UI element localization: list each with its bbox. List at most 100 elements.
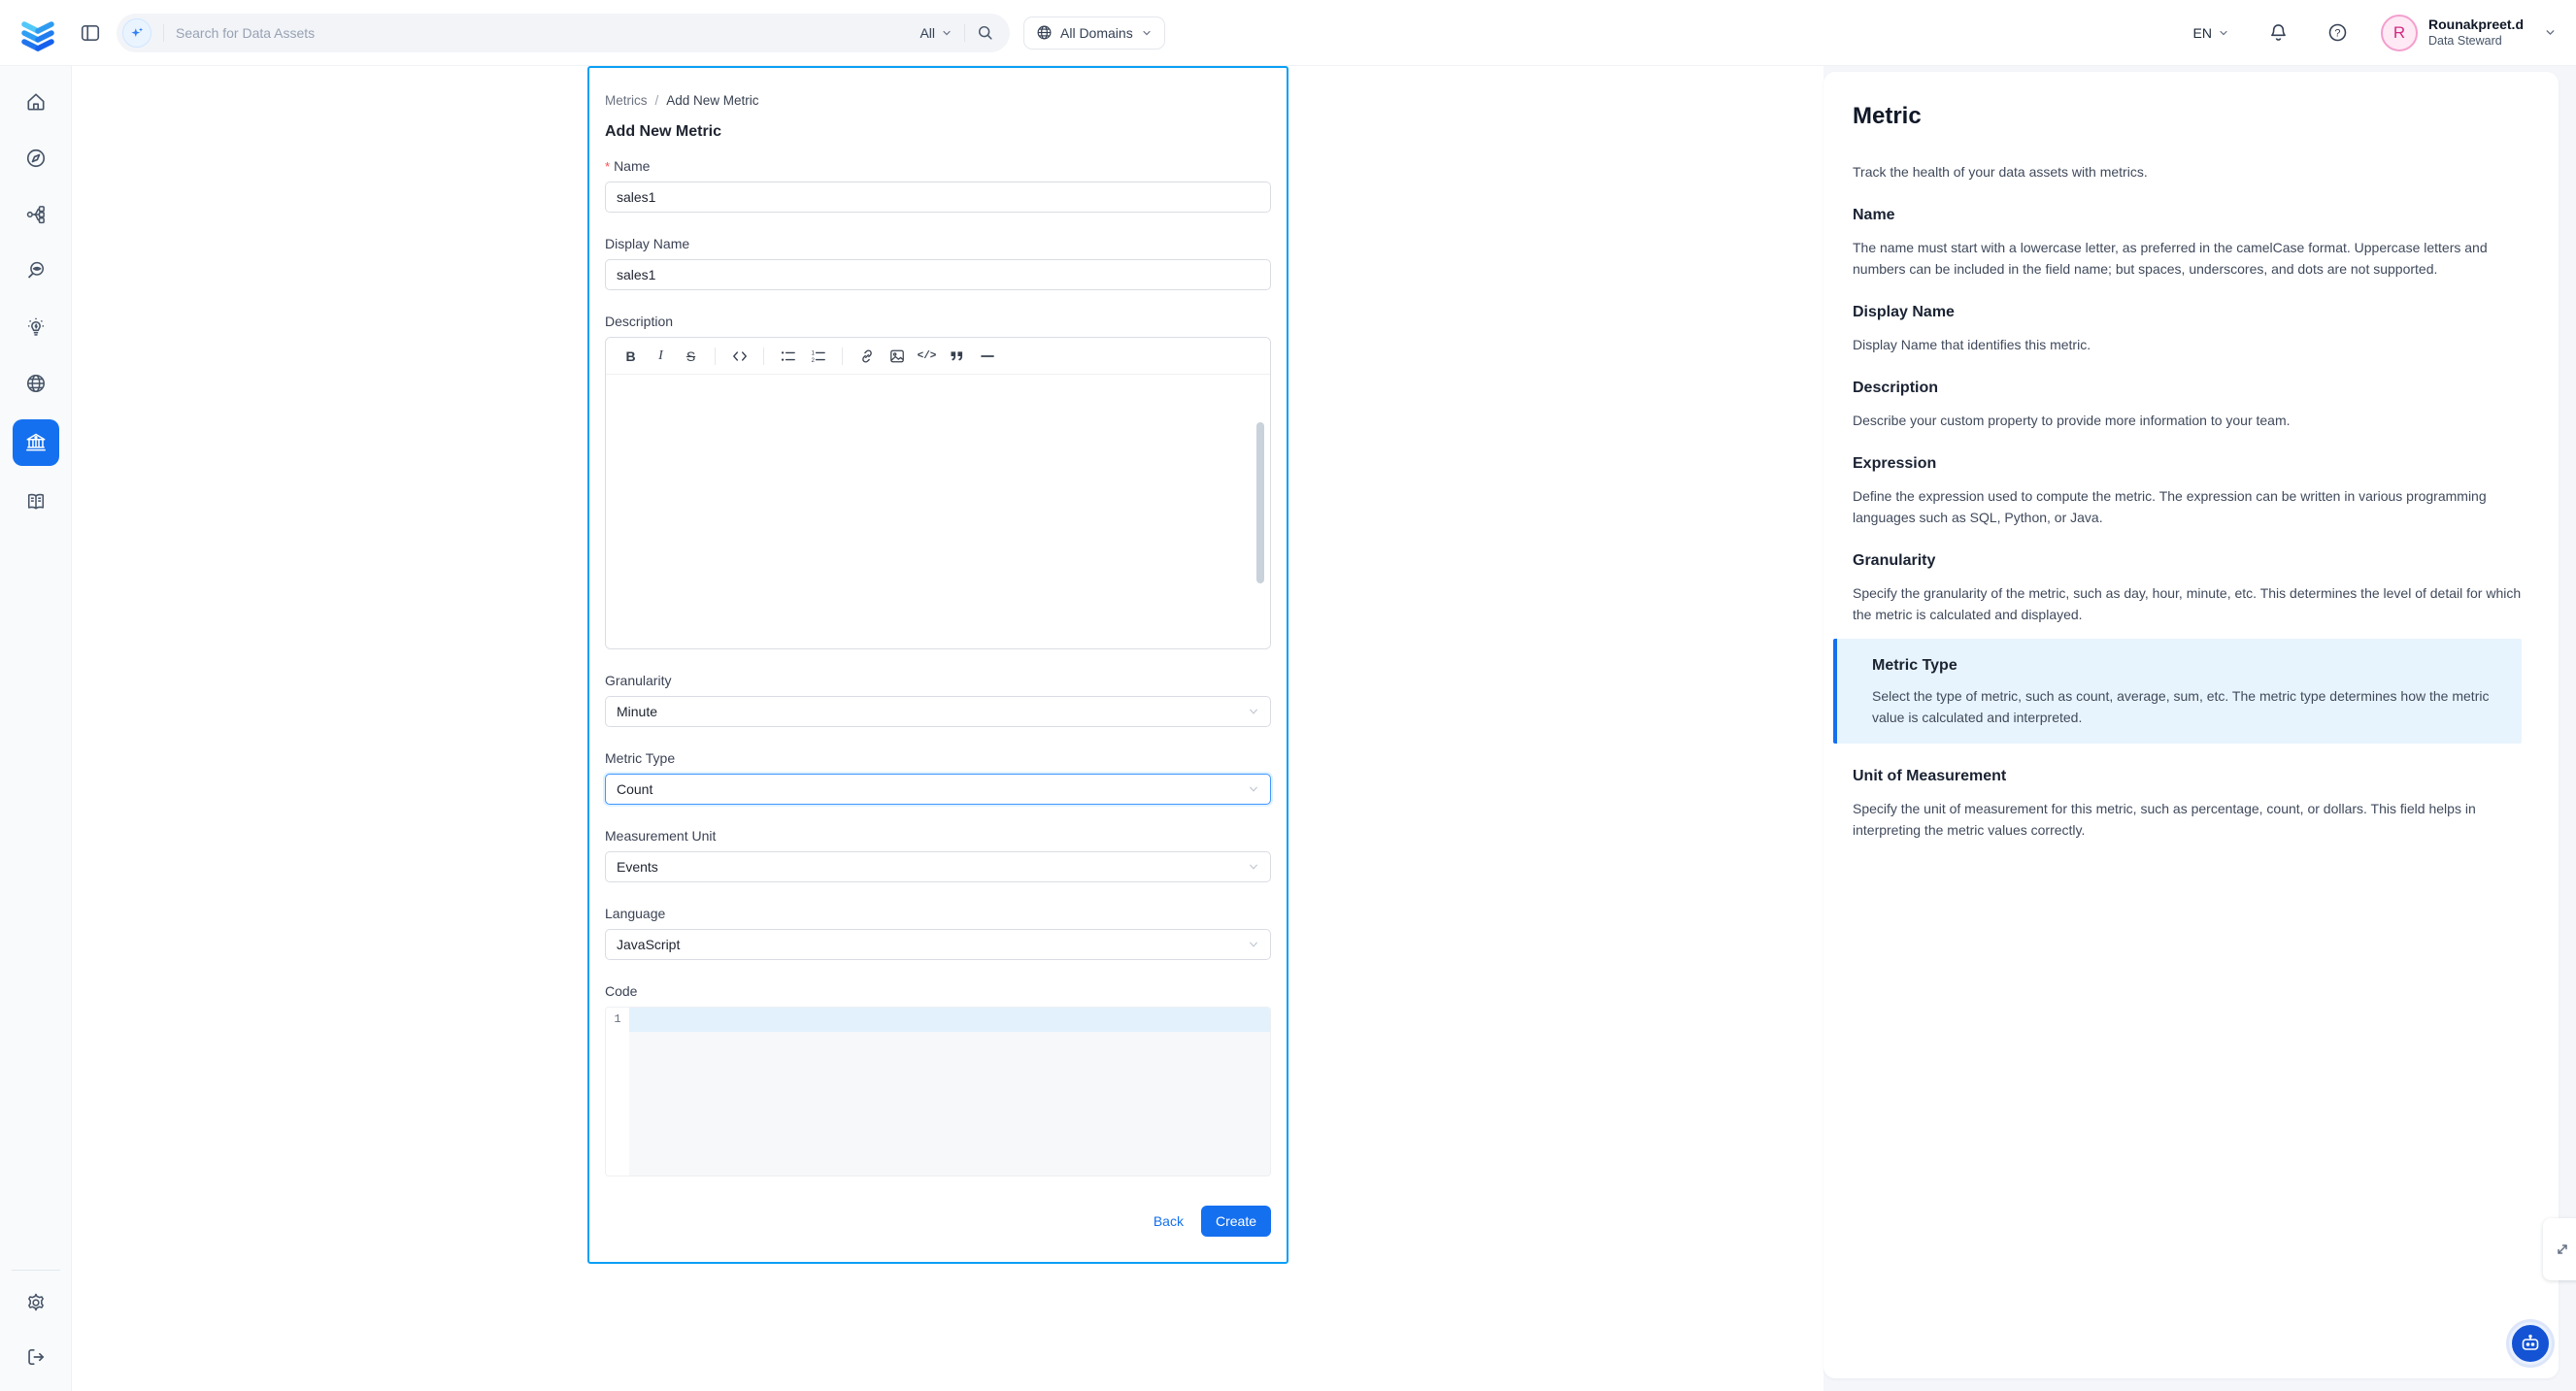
sidebar-item-logout[interactable] (16, 1337, 56, 1377)
sidebar-item-domains[interactable] (16, 363, 56, 404)
divider (964, 24, 965, 42)
metric-type-select[interactable]: Count (605, 774, 1271, 805)
sidebar-footer (0, 1270, 72, 1377)
docs-intro: Track the health of your data assets wit… (1853, 161, 2529, 182)
bold-icon[interactable]: B (618, 344, 644, 369)
globe-icon (25, 373, 47, 394)
help-icon[interactable]: ? (2327, 22, 2348, 43)
bank-icon (24, 431, 48, 454)
globe-icon (1036, 24, 1053, 41)
search-input[interactable]: Search for Data Assets (176, 25, 920, 41)
display-name-field-group: Display Name (605, 236, 1271, 290)
bullet-list-icon[interactable] (775, 344, 801, 369)
horizontal-rule-icon[interactable] (974, 344, 1000, 369)
docs-section-heading: Description (1853, 379, 2529, 398)
docs-section-name: Name The name must start with a lowercas… (1853, 206, 2529, 280)
home-icon (25, 91, 47, 113)
name-field[interactable] (605, 182, 1271, 213)
editor-scrollbar[interactable] (1256, 422, 1264, 583)
create-button[interactable]: Create (1201, 1206, 1271, 1237)
link-icon[interactable] (853, 344, 880, 369)
metric-type-label: Metric Type (605, 750, 1271, 766)
image-icon[interactable] (884, 344, 910, 369)
panel-resize-handle[interactable] (2543, 1218, 2576, 1280)
left-sidebar (0, 66, 72, 1391)
gear-icon (25, 1292, 47, 1313)
language-label: Language (605, 906, 1271, 921)
chevron-down-icon (2544, 26, 2557, 39)
display-name-field[interactable] (605, 259, 1271, 290)
breadcrumb-separator: / (655, 93, 659, 108)
divider (715, 348, 716, 365)
global-search-bar[interactable]: Search for Data Assets All (117, 14, 1010, 52)
resize-icon (2554, 1241, 2571, 1258)
description-editor-area[interactable] (606, 375, 1270, 649)
divider (763, 348, 764, 365)
language-selector[interactable]: EN (2193, 25, 2229, 41)
domains-filter-button[interactable]: All Domains (1023, 17, 1165, 50)
editor-toolbar: B I S 1 2 (606, 338, 1270, 375)
language-value: JavaScript (617, 937, 680, 952)
docs-section-heading: Name (1853, 206, 2529, 225)
search-scope-dropdown[interactable]: All (920, 25, 953, 41)
domains-filter-label: All Domains (1060, 25, 1133, 41)
strikethrough-icon[interactable]: S (678, 344, 704, 369)
code-active-line (629, 1008, 1270, 1032)
robot-icon (2519, 1332, 2542, 1355)
code-editor-area[interactable] (629, 1008, 1270, 1176)
code-editor[interactable]: 1 (605, 1007, 1271, 1176)
sidebar-toggle-icon[interactable] (76, 18, 105, 48)
chevron-down-icon (1248, 939, 1259, 950)
sidebar-item-governance[interactable] (13, 419, 59, 466)
name-field-group: *Name (605, 158, 1271, 213)
measurement-unit-select[interactable]: Events (605, 851, 1271, 882)
docs-section-body: Specify the unit of measurement for this… (1853, 798, 2529, 841)
inline-code-icon[interactable] (726, 344, 753, 369)
docs-section-body: Describe your custom property to provide… (1853, 410, 2529, 431)
open-book-icon (25, 491, 47, 513)
chevron-down-icon (1248, 706, 1259, 717)
sidebar-item-insights[interactable] (16, 307, 56, 348)
granularity-select[interactable]: Minute (605, 696, 1271, 727)
chevron-down-icon (941, 27, 953, 39)
svg-text:1: 1 (812, 350, 816, 356)
notifications-bell-icon[interactable] (2268, 22, 2289, 43)
breadcrumb-metrics-link[interactable]: Metrics (605, 93, 648, 108)
app-root: Search for Data Assets All All Domains E… (0, 0, 2576, 1391)
measurement-unit-value: Events (617, 859, 658, 875)
sidebar-item-home[interactable] (16, 82, 56, 122)
user-role: Data Steward (2428, 33, 2524, 49)
code-block-icon[interactable]: </> (914, 344, 940, 369)
search-icon[interactable] (977, 24, 994, 42)
sidebar-item-learning[interactable] (16, 481, 56, 522)
sidebar-item-lineage[interactable] (16, 194, 56, 235)
code-field-group: Code 1 (605, 983, 1271, 1176)
right-panel-zone: Metric Track the health of your data ass… (1823, 66, 2576, 1391)
docs-section-expression: Expression Define the expression used to… (1853, 454, 2529, 528)
user-menu[interactable]: R Rounakpreet.d Data Steward (2381, 15, 2557, 51)
docs-section-description: Description Describe your custom propert… (1853, 379, 2529, 431)
blockquote-icon[interactable] (944, 344, 970, 369)
docs-section-metric-type-highlighted: Metric Type Select the type of metric, s… (1833, 639, 2522, 744)
ai-sparkle-icon[interactable] (122, 18, 151, 48)
language-field-group: Language JavaScript (605, 906, 1271, 960)
sidebar-item-explore[interactable] (16, 138, 56, 179)
chevron-down-icon (1141, 27, 1153, 39)
display-name-label: Display Name (605, 236, 1271, 251)
docs-section-heading: Granularity (1853, 551, 2529, 571)
app-logo-icon[interactable] (17, 13, 58, 53)
lightbulb-icon (25, 316, 47, 338)
numbered-list-icon[interactable]: 1 2 (805, 344, 831, 369)
italic-icon[interactable]: I (648, 344, 674, 369)
language-label: EN (2193, 25, 2212, 41)
top-navbar: Search for Data Assets All All Domains E… (0, 0, 2576, 66)
sidebar-item-observability[interactable] (16, 250, 56, 291)
back-button[interactable]: Back (1154, 1213, 1184, 1229)
sidebar-item-settings[interactable] (16, 1282, 56, 1323)
breadcrumb: Metrics / Add New Metric (605, 93, 1271, 108)
docs-section-heading: Display Name (1853, 303, 2529, 322)
language-select[interactable]: JavaScript (605, 929, 1271, 960)
chatbot-button[interactable] (2509, 1322, 2552, 1365)
docs-title: Metric (1853, 101, 2529, 132)
user-info: Rounakpreet.d Data Steward (2428, 17, 2524, 49)
